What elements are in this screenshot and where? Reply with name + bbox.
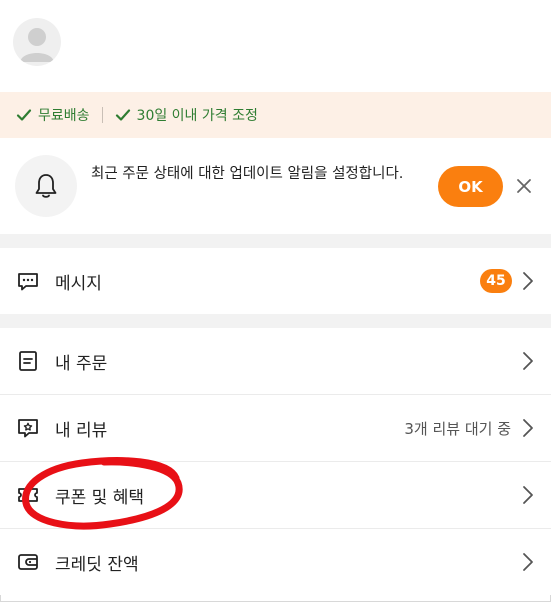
menu-item-coupons[interactable]: 쿠폰 및 혜택 xyxy=(0,462,551,528)
section-gap xyxy=(0,314,551,328)
menu-item-messages[interactable]: 메시지 45 xyxy=(0,248,551,314)
close-icon[interactable] xyxy=(514,176,534,196)
menu-item-label: 크레딧 잔액 xyxy=(55,554,139,575)
menu-item-credit[interactable]: 크레딧 잔액 xyxy=(0,529,551,595)
user-icon xyxy=(20,28,54,62)
chevron-right-icon xyxy=(523,486,533,504)
free-shipping-benefit: 무료배송 xyxy=(16,105,90,125)
benefits-banner: 무료배송 30일 이내 가격 조정 xyxy=(0,92,551,138)
chevron-right-icon xyxy=(523,419,533,437)
menu-item-label: 쿠폰 및 혜택 xyxy=(55,487,145,508)
check-icon xyxy=(16,109,32,121)
wallet-icon xyxy=(18,554,38,570)
menu-item-orders[interactable]: 내 주문 xyxy=(0,328,551,394)
chevron-right-icon xyxy=(523,553,533,571)
ticket-icon xyxy=(18,488,38,502)
price-adjust-label: 30일 이내 가격 조정 xyxy=(136,108,258,124)
price-adjust-benefit: 30일 이내 가격 조정 xyxy=(115,105,258,125)
chevron-right-icon xyxy=(523,272,533,290)
check-icon xyxy=(115,109,130,121)
notification-message: 최근 주문 상태에 대한 업데이트 알림을 설정합니다. xyxy=(91,166,404,182)
ok-button[interactable]: OK xyxy=(438,166,503,207)
menu-item-label: 내 주문 xyxy=(55,353,108,374)
benefit-divider xyxy=(101,107,103,123)
pending-reviews-status: 3개 리뷰 대기 중 xyxy=(404,419,511,438)
bell-icon-wrapper xyxy=(15,155,77,217)
unread-badge: 45 xyxy=(480,269,512,293)
chevron-right-icon xyxy=(523,352,533,370)
section-gap xyxy=(0,234,551,248)
chat-icon xyxy=(18,273,38,291)
menu-item-label: 내 리뷰 xyxy=(55,420,108,441)
document-icon xyxy=(19,351,37,371)
free-shipping-label: 무료배송 xyxy=(38,108,90,124)
menu-item-reviews[interactable]: 내 리뷰 3개 리뷰 대기 중 xyxy=(0,395,551,461)
review-icon xyxy=(18,419,38,438)
avatar[interactable] xyxy=(13,18,61,66)
profile-header xyxy=(0,0,551,92)
menu-item-label: 메시지 xyxy=(55,273,102,294)
bell-icon xyxy=(35,174,57,198)
